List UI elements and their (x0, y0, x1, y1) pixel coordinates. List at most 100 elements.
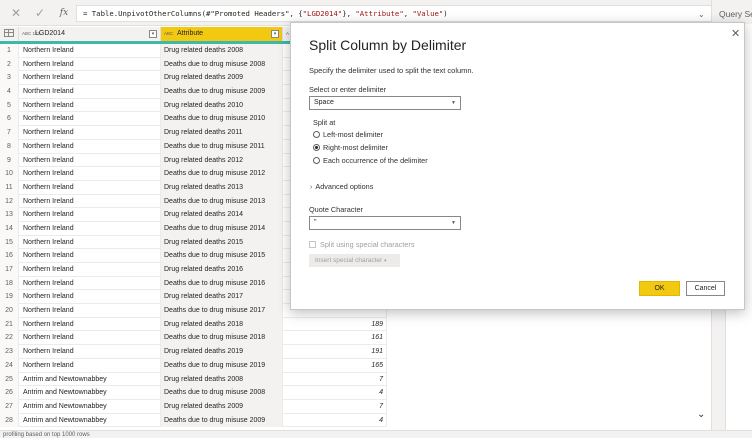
cell-attribute[interactable]: Deaths due to drug misuse 2016 (161, 276, 283, 291)
cell-value[interactable]: 165 (283, 358, 387, 373)
row-number[interactable]: 18 (0, 276, 19, 291)
cell-attribute[interactable]: Deaths due to drug misuse 2013 (161, 194, 283, 209)
cell-value[interactable]: 7 (283, 399, 387, 414)
cell-attribute[interactable]: Drug related deaths 2017 (161, 290, 283, 305)
advanced-options-toggle[interactable]: › Advanced options (310, 182, 373, 191)
cell-attribute[interactable]: Drug related deaths 2009 (161, 71, 283, 86)
cell-attribute[interactable]: Drug related deaths 2008 (161, 372, 283, 387)
row-number[interactable]: 14 (0, 221, 19, 236)
cell-lgd2014[interactable]: Northern Ireland (19, 317, 161, 332)
cancel-button[interactable]: Cancel (686, 281, 725, 296)
row-number[interactable]: 20 (0, 304, 19, 318)
row-number[interactable]: 22 (0, 331, 19, 346)
special-characters-option[interactable]: Split using special characters (309, 240, 415, 249)
cell-value[interactable]: 7 (283, 372, 387, 387)
cell-lgd2014[interactable]: Northern Ireland (19, 358, 161, 373)
cell-value[interactable]: 191 (283, 345, 387, 359)
row-number[interactable]: 19 (0, 290, 19, 305)
cell-lgd2014[interactable]: Northern Ireland (19, 112, 161, 127)
special-characters-checkbox[interactable] (309, 241, 316, 248)
cell-lgd2014[interactable]: Antrim and Newtownabbey (19, 386, 161, 400)
cell-attribute[interactable]: Deaths due to drug misuse 2010 (161, 112, 283, 127)
quote-character-select[interactable]: " ▼ (309, 216, 461, 230)
row-number[interactable]: 15 (0, 235, 19, 250)
row-number[interactable]: 5 (0, 98, 19, 113)
cell-lgd2014[interactable]: Northern Ireland (19, 235, 161, 250)
close-icon[interactable]: ✕ (9, 6, 23, 20)
cell-lgd2014[interactable]: Northern Ireland (19, 57, 161, 72)
cell-lgd2014[interactable]: Northern Ireland (19, 304, 161, 318)
radio-left-most[interactable]: Left-most delimiter (313, 130, 383, 140)
fx-icon[interactable]: fx (57, 6, 71, 20)
radio-right-most[interactable]: Right-most delimiter (313, 143, 388, 153)
row-number[interactable]: 1 (0, 44, 19, 58)
cell-lgd2014[interactable]: Northern Ireland (19, 71, 161, 86)
cell-attribute[interactable]: Drug related deaths 2011 (161, 126, 283, 140)
cell-attribute[interactable]: Deaths due to drug misuse 2009 (161, 85, 283, 99)
table-row[interactable]: 22 Northern Ireland Deaths due to drug mis… (0, 331, 387, 346)
chevron-down-icon[interactable]: ⌄ (697, 409, 705, 420)
insert-special-character-button[interactable]: Insert special character ▾ (309, 254, 400, 267)
table-menu-button[interactable] (0, 27, 19, 41)
cell-lgd2014[interactable]: Northern Ireland (19, 345, 161, 359)
checkmark-icon[interactable]: ✓ (33, 6, 47, 20)
radio-button[interactable] (313, 157, 320, 164)
close-icon[interactable]: ✕ (731, 27, 740, 40)
cell-attribute[interactable]: Deaths due to drug misuse 2019 (161, 358, 283, 373)
row-number[interactable]: 10 (0, 167, 19, 181)
filter-dropdown-icon[interactable]: ▾ (271, 30, 279, 38)
cell-attribute[interactable]: Deaths due to drug misuse 2008 (161, 386, 283, 400)
cell-lgd2014[interactable]: Northern Ireland (19, 263, 161, 277)
row-number[interactable]: 13 (0, 208, 19, 222)
row-number[interactable]: 24 (0, 358, 19, 373)
cell-lgd2014[interactable]: Northern Ireland (19, 85, 161, 99)
cell-attribute[interactable]: Drug related deaths 2019 (161, 345, 283, 359)
cell-lgd2014[interactable]: Northern Ireland (19, 167, 161, 181)
row-number[interactable]: 2 (0, 57, 19, 72)
cell-attribute[interactable]: Deaths due to drug misuse 2009 (161, 413, 283, 428)
cell-lgd2014[interactable]: Northern Ireland (19, 208, 161, 222)
row-number[interactable]: 3 (0, 71, 19, 86)
cell-lgd2014[interactable]: Northern Ireland (19, 98, 161, 113)
radio-button[interactable] (313, 131, 320, 138)
cell-attribute[interactable]: Drug related deaths 2015 (161, 235, 283, 250)
cell-value[interactable]: 4 (283, 386, 387, 400)
radio-each-occurrence[interactable]: Each occurrence of the delimiter (313, 156, 428, 166)
cell-attribute[interactable]: Drug related deaths 2018 (161, 317, 283, 332)
cell-attribute[interactable]: Drug related deaths 2009 (161, 399, 283, 414)
cell-attribute[interactable]: Deaths due to drug misuse 2018 (161, 331, 283, 346)
cell-value[interactable]: 161 (283, 331, 387, 346)
cell-lgd2014[interactable]: Northern Ireland (19, 331, 161, 346)
cell-attribute[interactable]: Deaths due to drug misuse 2015 (161, 249, 283, 263)
cell-lgd2014[interactable]: Northern Ireland (19, 221, 161, 236)
cell-attribute[interactable]: Drug related deaths 2014 (161, 208, 283, 222)
cell-lgd2014[interactable]: Northern Ireland (19, 276, 161, 291)
cell-attribute[interactable]: Deaths due to drug misuse 2014 (161, 221, 283, 236)
row-number[interactable]: 23 (0, 345, 19, 359)
cell-lgd2014[interactable]: Northern Ireland (19, 139, 161, 154)
cell-attribute[interactable]: Drug related deaths 2016 (161, 263, 283, 277)
cell-lgd2014[interactable]: Northern Ireland (19, 194, 161, 209)
row-number[interactable]: 12 (0, 194, 19, 209)
cell-lgd2014[interactable]: Northern Ireland (19, 180, 161, 195)
column-header-attribute[interactable]: ABC Attribute ▾ (161, 27, 283, 41)
ok-button[interactable]: OK (639, 281, 680, 296)
table-row[interactable]: 26 Antrim and Newtownabbey Deaths due to d… (0, 386, 387, 400)
delimiter-select[interactable]: Space ▼ (309, 96, 461, 110)
row-number[interactable]: 4 (0, 85, 19, 99)
table-row[interactable]: 23 Northern Ireland Drug related deaths 20… (0, 345, 387, 359)
table-row[interactable]: 25 Antrim and Newtownabbey Drug related de… (0, 372, 387, 387)
cell-lgd2014[interactable]: Northern Ireland (19, 44, 161, 58)
cell-attribute[interactable]: Drug related deaths 2012 (161, 153, 283, 168)
table-row[interactable]: 27 Antrim and Newtownabbey Drug related de… (0, 399, 387, 414)
cell-attribute[interactable]: Deaths due to drug misuse 2017 (161, 304, 283, 318)
type-badge-text-icon[interactable]: ABC (164, 31, 174, 36)
cell-attribute[interactable]: Drug related deaths 2010 (161, 98, 283, 113)
row-number[interactable]: 11 (0, 180, 19, 195)
cell-lgd2014[interactable]: Northern Ireland (19, 249, 161, 263)
row-number[interactable]: 16 (0, 249, 19, 263)
table-row[interactable]: 28 Antrim and Newtownabbey Deaths due to d… (0, 413, 387, 428)
cell-value[interactable]: 189 (283, 317, 387, 332)
table-row[interactable]: 24 Northern Ireland Deaths due to drug mis… (0, 358, 387, 373)
cell-lgd2014[interactable]: Antrim and Newtownabbey (19, 413, 161, 428)
